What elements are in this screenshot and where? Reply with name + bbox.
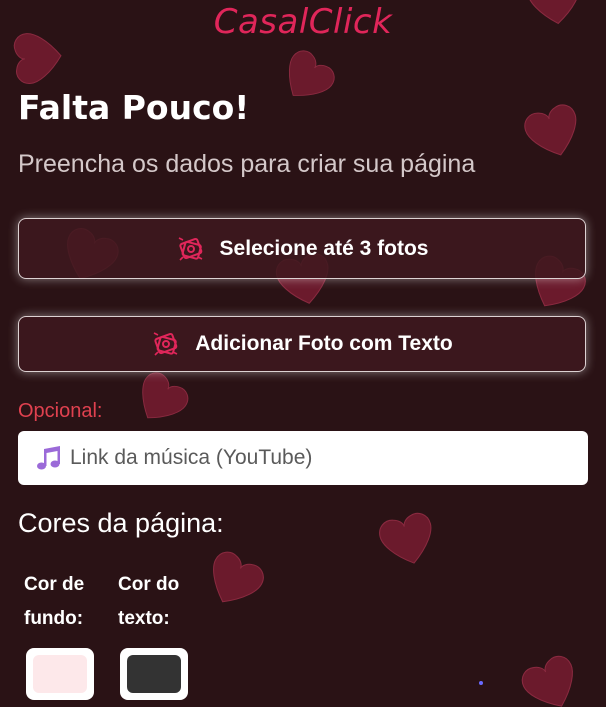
text-color-label: Cor do texto: [118,574,180,629]
page-subtitle: Preencha os dados para criar sua página [18,150,476,178]
brand-logo: CasalClick [213,2,393,42]
select-photos-button[interactable]: Selecione até 3 fotos [18,218,586,279]
background-color-picker[interactable] [26,648,94,700]
background-color-swatch [33,655,87,693]
page-title: Falta Pouco! [18,88,250,127]
photo-icon [176,234,206,264]
select-photos-label: Selecione até 3 fotos [219,236,429,260]
optional-label: Opcional: [18,400,103,422]
music-link-input[interactable]: Link da música (YouTube) [18,431,588,485]
background-color-label: Cor de fundo: [24,574,85,629]
add-photo-text-label: Adicionar Foto com Texto [195,332,453,355]
colors-section-title: Cores da página: [18,508,224,538]
add-photo-text-button[interactable]: Adicionar Foto com Texto [18,316,586,372]
music-note-icon [34,443,64,473]
text-color-swatch [127,655,181,693]
photo-icon [151,329,181,359]
decorative-dot [479,681,483,685]
text-color-picker[interactable] [120,648,188,700]
music-link-placeholder: Link da música (YouTube) [70,446,313,469]
